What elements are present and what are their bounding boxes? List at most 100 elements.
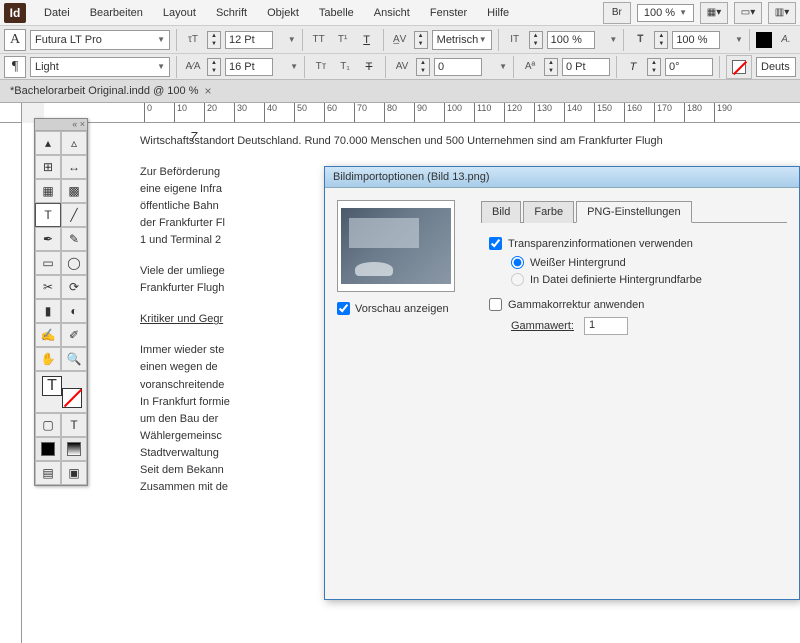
skew-spinner[interactable]: ▲▼ [647, 58, 661, 76]
stroke-swatch[interactable] [726, 55, 752, 79]
note-tool-icon[interactable]: ✍ [35, 323, 61, 347]
transform-tool-icon[interactable]: ⟳ [61, 275, 87, 299]
image-import-dialog: Bildimportoptionen (Bild 13.png) Vorscha… [324, 166, 800, 600]
ruler-tick: 170 [654, 103, 672, 122]
character-mode-icon[interactable]: A [4, 29, 26, 51]
baseline-spinner[interactable]: ▲▼ [544, 58, 558, 76]
fill-icon[interactable] [756, 32, 772, 48]
normal-view-icon[interactable]: ▤ [35, 461, 61, 485]
panel-grip[interactable]: « × [35, 119, 87, 131]
tracking-input[interactable]: 0 [434, 58, 482, 76]
zoom-tool-icon[interactable]: 🔍 [61, 347, 87, 371]
eyedropper-tool-icon[interactable]: ✐ [61, 323, 87, 347]
file-background-radio[interactable]: In Datei definierte Hintergrundfarbe [511, 273, 787, 286]
gap-tool-icon[interactable]: ↔ [61, 155, 87, 179]
body-text[interactable]: Wirtschaftsstandort Deutschland. Rund 70… [140, 133, 780, 150]
selection-tool-icon[interactable]: ▴ [35, 131, 61, 155]
subscript-icon[interactable]: T₁ [335, 57, 355, 77]
baseline-input[interactable]: 0 Pt [562, 58, 610, 76]
page-tool-icon[interactable]: ⊞ [35, 155, 61, 179]
line-tool-icon[interactable]: ╱ [61, 203, 87, 227]
preview-thumbnail [337, 200, 455, 292]
font-size-input[interactable]: 12 Pt [225, 31, 273, 49]
paragraph-mode-icon[interactable]: ¶ [4, 56, 26, 78]
tab-color[interactable]: Farbe [523, 201, 574, 223]
ruler-tick: 80 [384, 103, 397, 122]
allcaps-icon[interactable]: TT [309, 30, 329, 50]
kerning-select[interactable]: Metrisch▼ [432, 30, 492, 50]
leading-input[interactable]: 16 Pt [225, 58, 273, 76]
menu-schrift[interactable]: Schrift [206, 3, 257, 23]
menu-fenster[interactable]: Fenster [420, 3, 477, 23]
vscale-input[interactable]: 100 % [547, 31, 595, 49]
scissors-tool-icon[interactable]: ✂ [35, 275, 61, 299]
menu-ansicht[interactable]: Ansicht [364, 3, 420, 23]
dialog-tabs: Bild Farbe PNG-Einstellungen [481, 200, 787, 223]
font-style-select[interactable]: Light▼ [30, 57, 170, 77]
arrange-icon[interactable]: ▥▾ [768, 2, 796, 24]
type-tool-icon[interactable]: T [35, 203, 61, 227]
pen-tool-icon[interactable]: ✒ [35, 227, 61, 251]
ruler-tick: 100 [444, 103, 462, 122]
show-preview-checkbox[interactable]: Vorschau anzeigen [337, 302, 467, 315]
ruler-tick: 40 [264, 103, 277, 122]
zoom-select[interactable]: 100 %▼ [637, 4, 694, 22]
rectangle-frame-icon[interactable]: ▭ [35, 251, 61, 275]
leading-spinner[interactable]: ▲▼ [207, 58, 221, 76]
apply-color-icon[interactable] [35, 437, 61, 461]
ruler-tick: 50 [294, 103, 307, 122]
kerning-spinner[interactable]: ▲▼ [414, 31, 428, 49]
font-size-spinner[interactable]: ▲▼ [207, 31, 221, 49]
ruler-tick: 20 [204, 103, 217, 122]
kerning-icon: A̲V [390, 30, 410, 50]
font-family-select[interactable]: Futura LT Pro▼ [30, 30, 170, 50]
fill-stroke-icon[interactable]: T [35, 371, 87, 413]
char-style-icon[interactable]: A. [776, 30, 796, 50]
use-transparency-checkbox[interactable]: Transparenzinformationen verwenden [489, 237, 787, 250]
strikethrough-icon[interactable]: T [359, 57, 379, 77]
menu-layout[interactable]: Layout [153, 3, 206, 23]
menu-datei[interactable]: Datei [34, 3, 80, 23]
tab-png-settings[interactable]: PNG-Einstellungen [576, 201, 692, 223]
control-bar-2: ¶ Light▼ A⁄A ▲▼ 16 Pt▼ Tᴛ T₁ T AV ▲▼ 0▼ … [0, 54, 800, 80]
vscale-spinner[interactable]: ▲▼ [529, 31, 543, 49]
menu-objekt[interactable]: Objekt [257, 3, 309, 23]
pencil-tool-icon[interactable]: ✎ [61, 227, 87, 251]
language-select[interactable]: Deuts [756, 57, 796, 77]
apply-gamma-checkbox[interactable]: Gammakorrektur anwenden [489, 298, 787, 311]
hscale-spinner[interactable]: ▲▼ [654, 31, 668, 49]
content-placer-icon[interactable]: ▩ [61, 179, 87, 203]
close-tab-icon[interactable]: × [205, 84, 212, 98]
screen-mode-icon[interactable]: ▭▾ [734, 2, 762, 24]
preview-view-icon[interactable]: ▣ [61, 461, 87, 485]
gradient-swatch-icon[interactable]: ▮ [35, 299, 61, 323]
tracking-spinner[interactable]: ▲▼ [416, 58, 430, 76]
menu-bearbeiten[interactable]: Bearbeiten [80, 3, 153, 23]
tab-image[interactable]: Bild [481, 201, 521, 223]
menu-hilfe[interactable]: Hilfe [477, 3, 519, 23]
rectangle-tool-icon[interactable]: ◯ [61, 251, 87, 275]
direct-selection-tool-icon[interactable]: ▵ [61, 131, 87, 155]
apply-gradient-icon[interactable] [61, 437, 87, 461]
content-collector-icon[interactable]: ▦ [35, 179, 61, 203]
dialog-title: Bildimportoptionen (Bild 13.png) [325, 167, 799, 188]
document-tab[interactable]: *Bachelorarbeit Original.indd @ 100 %× [0, 80, 800, 103]
superscript-icon[interactable]: T¹ [333, 30, 353, 50]
hscale-input[interactable]: 100 % [672, 31, 720, 49]
ruler-tick: 120 [504, 103, 522, 122]
gamma-input[interactable]: 1 [584, 317, 628, 335]
view-options-icon[interactable]: ▦▾ [700, 2, 728, 24]
smallcaps-icon[interactable]: Tᴛ [311, 57, 331, 77]
white-background-radio[interactable]: Weißer Hintergrund [511, 256, 787, 269]
hand-tool-icon[interactable]: ✋ [35, 347, 61, 371]
formatting-text-icon[interactable]: T [61, 413, 87, 437]
tools-panel[interactable]: « × ▴▵ ⊞↔ ▦▩ T╱ ✒✎ ▭◯ ✂⟳ ▮◐ ✍✐ ✋🔍 T ▢T ▤… [34, 118, 88, 486]
gradient-feather-icon[interactable]: ◐ [61, 299, 87, 323]
hscale-icon: 𝐓 [630, 30, 650, 50]
bridge-button[interactable]: Br [603, 2, 631, 24]
menu-bar: Id DateiBearbeitenLayoutSchriftObjektTab… [0, 0, 800, 26]
underline-icon[interactable]: T [357, 30, 377, 50]
formatting-container-icon[interactable]: ▢ [35, 413, 61, 437]
skew-input[interactable]: 0° [665, 58, 713, 76]
menu-tabelle[interactable]: Tabelle [309, 3, 364, 23]
